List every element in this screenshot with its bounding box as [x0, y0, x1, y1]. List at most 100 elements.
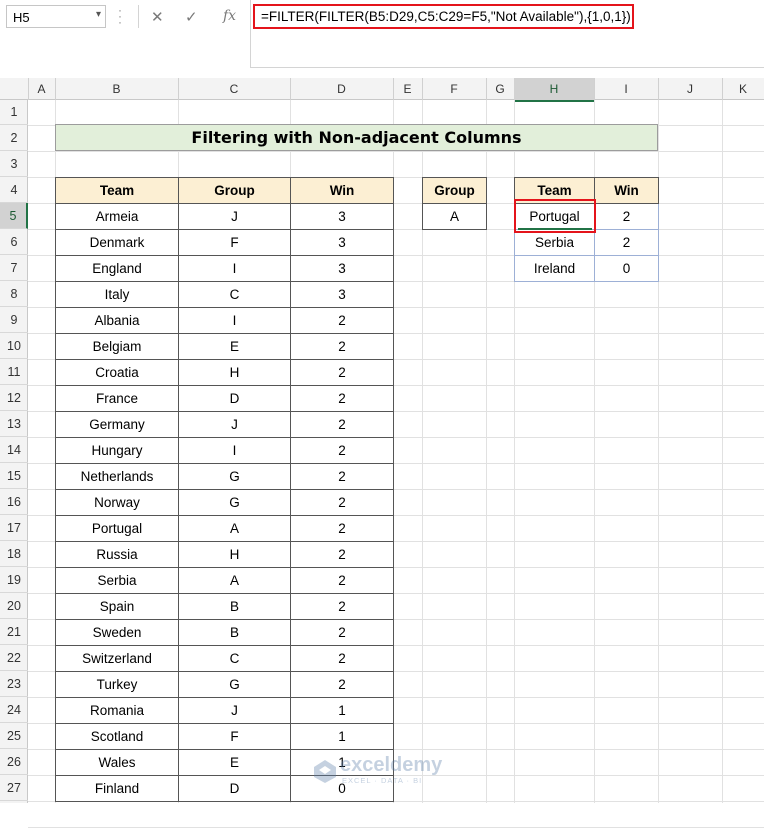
group-cell[interactable]: C — [178, 645, 291, 672]
header-group-criteria[interactable]: Group — [422, 177, 487, 204]
name-box[interactable]: H5 ▾ — [6, 5, 106, 28]
group-criteria-cell[interactable]: A — [422, 203, 487, 230]
row-header-23[interactable]: 23 — [0, 671, 28, 697]
team-cell[interactable]: England — [55, 255, 179, 282]
team-cell[interactable]: Romania — [55, 697, 179, 724]
team-cell[interactable]: Wales — [55, 749, 179, 776]
team-cell[interactable]: Hungary — [55, 437, 179, 464]
result-win-cell[interactable]: 2 — [594, 229, 659, 256]
insert-function-icon[interactable]: fx — [223, 8, 236, 24]
team-cell[interactable]: France — [55, 385, 179, 412]
row-header-12[interactable]: 12 — [0, 385, 28, 411]
row-header-5[interactable]: 5 — [0, 203, 28, 229]
row-header-17[interactable]: 17 — [0, 515, 28, 541]
win-cell[interactable]: 3 — [290, 229, 394, 256]
group-cell[interactable]: G — [178, 463, 291, 490]
result-team-cell[interactable]: Ireland — [514, 255, 595, 282]
column-header-k[interactable]: K — [722, 78, 764, 100]
win-cell[interactable]: 2 — [290, 437, 394, 464]
team-cell[interactable]: Finland — [55, 775, 179, 802]
row-header-25[interactable]: 25 — [0, 723, 28, 749]
group-cell[interactable]: E — [178, 333, 291, 360]
row-header-26[interactable]: 26 — [0, 749, 28, 775]
row-header-8[interactable]: 8 — [0, 281, 28, 307]
row-header-14[interactable]: 14 — [0, 437, 28, 463]
row-header-13[interactable]: 13 — [0, 411, 28, 437]
row-header-22[interactable]: 22 — [0, 645, 28, 671]
row-header-9[interactable]: 9 — [0, 307, 28, 333]
header-win[interactable]: Win — [290, 177, 394, 204]
win-cell[interactable]: 2 — [290, 463, 394, 490]
row-header-20[interactable]: 20 — [0, 593, 28, 619]
column-header-d[interactable]: D — [290, 78, 394, 100]
group-cell[interactable]: B — [178, 619, 291, 646]
team-cell[interactable]: Turkey — [55, 671, 179, 698]
group-cell[interactable]: A — [178, 515, 291, 542]
group-cell[interactable]: J — [178, 697, 291, 724]
team-cell[interactable]: Italy — [55, 281, 179, 308]
column-header-i[interactable]: I — [594, 78, 659, 100]
row-header-27[interactable]: 27 — [0, 775, 28, 801]
team-cell[interactable]: Serbia — [55, 567, 179, 594]
win-cell[interactable]: 2 — [290, 411, 394, 438]
select-all-corner[interactable] — [0, 78, 29, 100]
team-cell[interactable]: Armeia — [55, 203, 179, 230]
column-header-f[interactable]: F — [422, 78, 487, 100]
win-cell[interactable]: 1 — [290, 697, 394, 724]
win-cell[interactable]: 3 — [290, 281, 394, 308]
column-header-e[interactable]: E — [393, 78, 423, 100]
group-cell[interactable]: H — [178, 359, 291, 386]
team-cell[interactable]: Spain — [55, 593, 179, 620]
team-cell[interactable]: Scotland — [55, 723, 179, 750]
result-win-cell[interactable]: 2 — [594, 203, 659, 230]
win-cell[interactable]: 2 — [290, 333, 394, 360]
group-cell[interactable]: J — [178, 411, 291, 438]
team-cell[interactable]: Russia — [55, 541, 179, 568]
win-cell[interactable]: 2 — [290, 645, 394, 672]
group-cell[interactable]: H — [178, 541, 291, 568]
group-cell[interactable]: A — [178, 567, 291, 594]
win-cell[interactable]: 2 — [290, 541, 394, 568]
win-cell[interactable]: 3 — [290, 255, 394, 282]
group-cell[interactable]: D — [178, 385, 291, 412]
column-header-h[interactable]: H — [514, 78, 595, 102]
group-cell[interactable]: I — [178, 255, 291, 282]
group-cell[interactable]: I — [178, 307, 291, 334]
team-cell[interactable]: Germany — [55, 411, 179, 438]
row-header-1[interactable]: 1 — [0, 100, 28, 125]
group-cell[interactable]: G — [178, 671, 291, 698]
win-cell[interactable]: 2 — [290, 619, 394, 646]
row-header-21[interactable]: 21 — [0, 619, 28, 645]
row-header-7[interactable]: 7 — [0, 255, 28, 281]
row-header-6[interactable]: 6 — [0, 229, 28, 255]
team-cell[interactable]: Switzerland — [55, 645, 179, 672]
drag-handle-icon[interactable]: · · · — [118, 4, 124, 28]
win-cell[interactable]: 3 — [290, 203, 394, 230]
row-header-16[interactable]: 16 — [0, 489, 28, 515]
column-header-c[interactable]: C — [178, 78, 291, 100]
team-cell[interactable]: Croatia — [55, 359, 179, 386]
header-team[interactable]: Team — [55, 177, 179, 204]
win-cell[interactable]: 2 — [290, 515, 394, 542]
row-header-15[interactable]: 15 — [0, 463, 28, 489]
enter-icon[interactable]: ✓ — [185, 8, 198, 26]
team-cell[interactable]: Albania — [55, 307, 179, 334]
column-header-g[interactable]: G — [486, 78, 515, 100]
win-cell[interactable]: 2 — [290, 489, 394, 516]
row-header-4[interactable]: 4 — [0, 177, 28, 203]
row-header-2[interactable]: 2 — [0, 125, 28, 151]
result-team-cell[interactable]: Serbia — [514, 229, 595, 256]
group-cell[interactable]: I — [178, 437, 291, 464]
team-cell[interactable]: Sweden — [55, 619, 179, 646]
group-cell[interactable]: B — [178, 593, 291, 620]
chevron-down-icon[interactable]: ▾ — [96, 9, 101, 20]
win-cell[interactable]: 2 — [290, 671, 394, 698]
team-cell[interactable]: Denmark — [55, 229, 179, 256]
header-group[interactable]: Group — [178, 177, 291, 204]
column-header-j[interactable]: J — [658, 78, 723, 100]
result-win-cell[interactable]: 0 — [594, 255, 659, 282]
team-cell[interactable]: Portugal — [55, 515, 179, 542]
win-cell[interactable]: 2 — [290, 359, 394, 386]
group-cell[interactable]: C — [178, 281, 291, 308]
row-header-3[interactable]: 3 — [0, 151, 28, 177]
